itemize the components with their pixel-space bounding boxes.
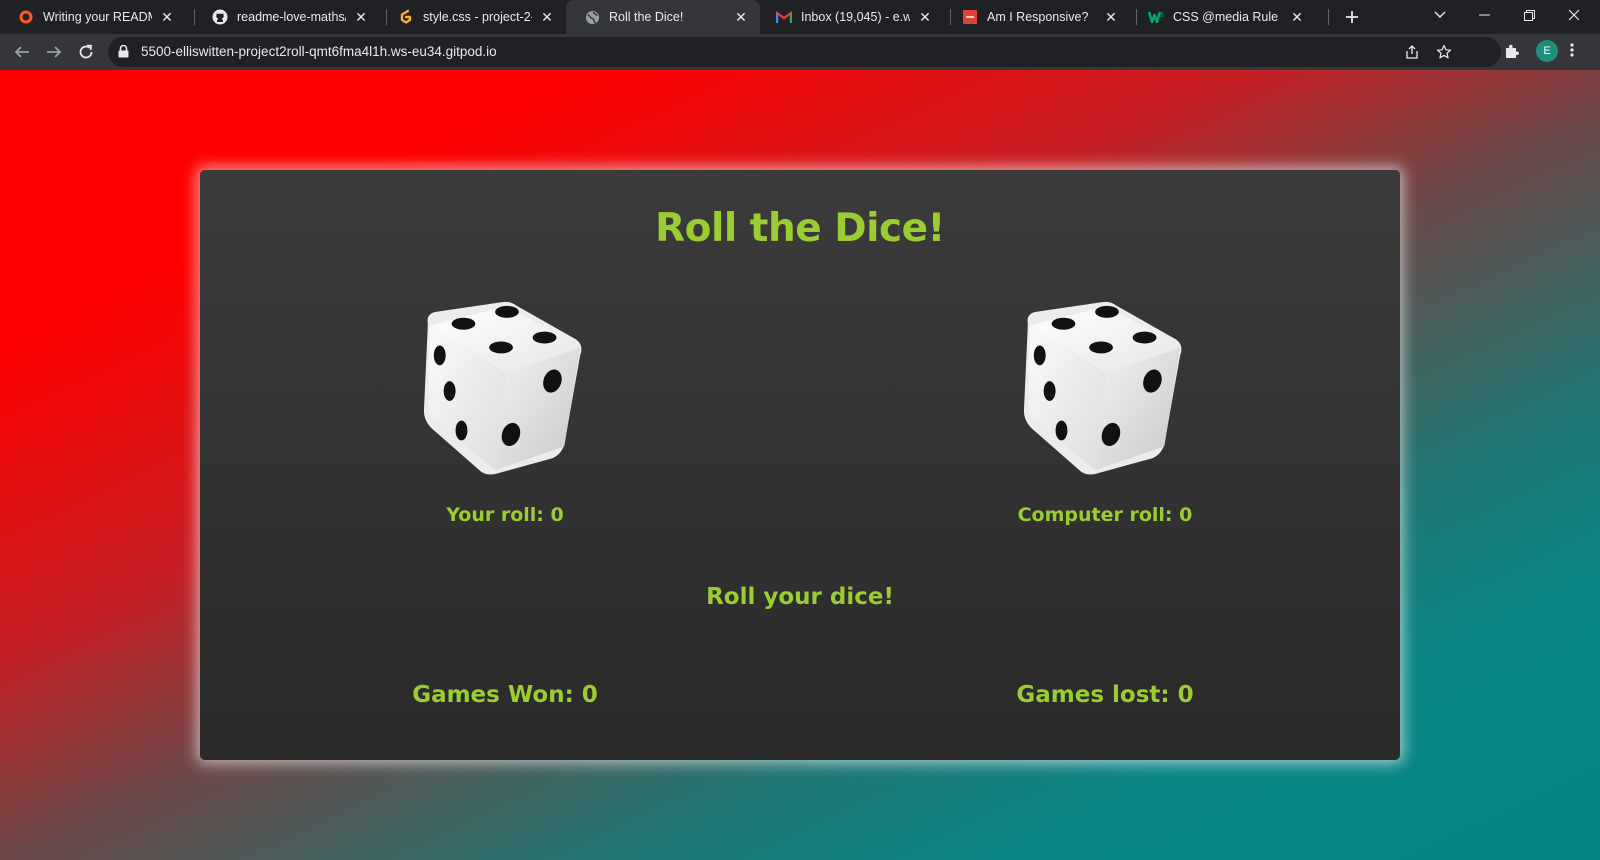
tab-title: Writing your README.m	[43, 10, 152, 24]
close-window-button[interactable]	[1552, 0, 1596, 30]
reload-button[interactable]	[72, 38, 100, 66]
tab-gitpod-editor[interactable]: style.css - project-2-roll ✕	[380, 0, 566, 34]
player-roll-label: Your roll: 0	[446, 504, 564, 526]
minimize-button[interactable]	[1462, 0, 1506, 30]
restore-icon	[1523, 9, 1535, 21]
close-icon[interactable]: ✕	[158, 8, 176, 26]
tab-title: Am I Responsive?	[987, 10, 1089, 24]
minimize-icon	[1478, 14, 1490, 16]
gmail-icon	[776, 9, 792, 25]
tab-title: style.css - project-2-roll	[423, 10, 532, 24]
more-menu-icon[interactable]	[1570, 42, 1574, 58]
gitpod-icon	[398, 9, 414, 25]
svg-text:3: 3	[1160, 12, 1164, 19]
reload-icon	[79, 44, 93, 59]
close-icon[interactable]: ✕	[732, 8, 750, 26]
tab-roll-the-dice[interactable]: Roll the Dice! ✕	[566, 0, 760, 34]
new-tab-button[interactable]	[1340, 5, 1364, 29]
arrow-left-icon	[14, 46, 29, 58]
tab-title: Inbox (19,045) - e.witten	[801, 10, 910, 24]
tab-title: readme-love-maths/RE	[237, 10, 346, 24]
games-won-label: Games Won: 0	[412, 682, 598, 708]
chevron-down-icon	[1434, 11, 1446, 18]
globe-icon	[584, 9, 600, 25]
close-icon[interactable]: ✕	[538, 8, 556, 26]
game-card: Roll the Dice! Your roll: 0 Computer rol…	[200, 170, 1400, 760]
games-lost-label: Games lost: 0	[1016, 682, 1194, 708]
arrow-right-icon	[47, 46, 62, 58]
github-icon	[212, 9, 228, 25]
extensions-icon[interactable]	[1504, 43, 1520, 59]
computer-roll-label: Computer roll: 0	[1017, 504, 1193, 526]
forward-button[interactable]	[40, 38, 68, 66]
close-icon	[1568, 9, 1580, 21]
browser-toolbar: 5500-elliswitten-project2roll-qmt6fma4l1…	[0, 34, 1600, 70]
tab-title: Roll the Dice!	[609, 10, 684, 24]
tab-readme-article[interactable]: Writing your README.m ✕	[0, 0, 186, 34]
ring-icon	[18, 9, 34, 25]
plus-icon	[1346, 11, 1358, 23]
lock-icon[interactable]	[118, 45, 129, 58]
tab-title: CSS @media Rule	[1173, 10, 1279, 24]
w3schools-icon: 3	[1148, 9, 1164, 25]
computer-dice-image[interactable]	[1016, 300, 1194, 478]
restore-button[interactable]	[1507, 0, 1551, 30]
tab-strip: Writing your README.m ✕ readme-love-math…	[0, 0, 1600, 34]
close-icon[interactable]: ✕	[1288, 8, 1306, 26]
page-viewport: Roll the Dice! Your roll: 0 Computer rol…	[0, 70, 1600, 860]
responsive-icon	[962, 9, 978, 25]
tab-am-i-responsive[interactable]: Am I Responsive? ✕	[944, 0, 1130, 34]
profile-avatar[interactable]: E	[1536, 40, 1558, 62]
tab-search-button[interactable]	[1418, 0, 1462, 30]
player-dice-image[interactable]	[416, 300, 594, 478]
close-icon[interactable]: ✕	[916, 8, 934, 26]
game-title: Roll the Dice!	[655, 206, 945, 251]
star-icon[interactable]	[1436, 44, 1452, 60]
url-text[interactable]: 5500-elliswitten-project2roll-qmt6fma4l1…	[141, 44, 497, 59]
back-button[interactable]	[8, 38, 36, 66]
tab-gmail[interactable]: Inbox (19,045) - e.witten ✕	[758, 0, 944, 34]
tab-github[interactable]: readme-love-maths/RE ✕	[194, 0, 380, 34]
close-icon[interactable]: ✕	[352, 8, 370, 26]
share-icon[interactable]	[1404, 44, 1420, 60]
result-message: Roll your dice!	[706, 584, 894, 610]
address-bar[interactable]: 5500-elliswitten-project2roll-qmt6fma4l1…	[108, 37, 1501, 67]
tab-w3schools[interactable]: 3 CSS @media Rule ✕	[1130, 0, 1316, 34]
tab-divider	[1328, 9, 1329, 25]
close-icon[interactable]: ✕	[1102, 8, 1120, 26]
